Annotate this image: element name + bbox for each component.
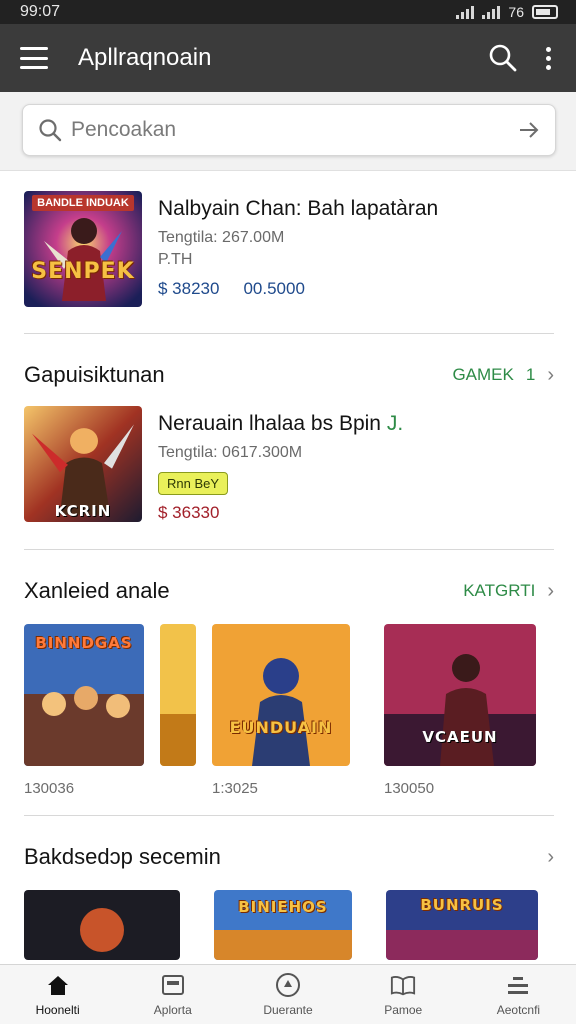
- app-tile[interactable]: VCAEUN 130050: [384, 624, 536, 797]
- section-title: Gapuisiktunan: [24, 362, 165, 387]
- app-tile-thumbnail: [24, 890, 180, 960]
- app-tile-logo: BINNDGAS: [35, 634, 133, 652]
- battery-text: 76: [508, 4, 524, 20]
- section-link-count: 1: [525, 365, 536, 384]
- nav-label: Duerante: [263, 1002, 313, 1017]
- arrow-right-icon[interactable]: [517, 118, 541, 142]
- nav-item-home[interactable]: Hoonelti: [0, 965, 115, 1024]
- apps-icon: [160, 973, 186, 997]
- search-icon[interactable]: [486, 41, 520, 75]
- search-bar[interactable]: [22, 104, 556, 156]
- compass-icon: [275, 972, 301, 997]
- divider: [24, 333, 554, 334]
- home-icon: [45, 973, 71, 997]
- nav-item-apps[interactable]: Aplorta: [115, 965, 230, 1024]
- featured-app-title: Nalbyain Chan: Bah lapatàran: [158, 197, 439, 220]
- app-thumbnail: KCRIN: [24, 406, 142, 522]
- featured-app-publisher: P.TH: [158, 251, 193, 268]
- nav-label: Hoonelti: [35, 1002, 80, 1017]
- nav-label: Aplorta: [153, 1002, 192, 1017]
- nav-item-books[interactable]: Pamoe: [346, 965, 461, 1024]
- app-tile-thumbnail: BINIEHOS: [214, 890, 352, 960]
- battery-icon: [532, 5, 558, 19]
- featured-app-price: $ 38230: [158, 279, 220, 298]
- app-tile[interactable]: BUNRUIS: [386, 890, 538, 960]
- app-tile-thumbnail: VCAEUN: [384, 624, 536, 766]
- nav-label: Aeotcnfi: [496, 1002, 541, 1017]
- app-tile-logo: BINIEHOS: [238, 898, 328, 916]
- app-tile[interactable]: BINIEHOS: [214, 890, 352, 960]
- account-icon: [505, 973, 531, 997]
- app-tile[interactable]: [160, 624, 196, 797]
- app-tile[interactable]: EUNDUAIN 1:3025: [212, 624, 350, 797]
- featured-thumb-logo: SENPEK: [31, 259, 135, 284]
- divider: [24, 815, 554, 816]
- app-tile-logo: BUNRUIS: [420, 896, 504, 914]
- app-title: Nerauain lhalaa bs Bpin J.: [158, 412, 404, 435]
- divider: [24, 549, 554, 550]
- bottom-navigation: Hoonelti Aplorta Duerante Pamoe Aeotcnfi: [0, 964, 576, 1024]
- app-tile-thumbnail: EUNDUAIN: [212, 624, 350, 766]
- app-tile-caption: 1:3025: [212, 780, 258, 797]
- app-title: Apllraqnoain: [78, 44, 212, 71]
- app-tile[interactable]: [24, 890, 180, 960]
- section-link-label: KATGRTI: [463, 581, 536, 600]
- app-size: Tengtila: 0617.300M: [158, 444, 303, 461]
- wifi-signal-icon: [456, 5, 475, 19]
- section-header: Bakdsedɔp secemin ›: [24, 844, 554, 870]
- search-input[interactable]: [71, 118, 517, 142]
- app-bar: Apllraqnoain: [0, 24, 576, 92]
- section-more-link[interactable]: ›: [547, 846, 554, 869]
- chevron-right-icon: ›: [547, 363, 554, 386]
- app-badge: Rnn BeY: [158, 472, 229, 495]
- status-bar: 99:07 76: [0, 0, 576, 24]
- horizontal-app-list[interactable]: BINNDGAS 130036 EUNDUAIN 1:3025 VCAEUN 1…: [24, 624, 554, 797]
- app-tile-thumbnail: [160, 624, 196, 766]
- section-title: Xanleied anale: [24, 578, 170, 603]
- section-header: Gapuisiktunan GAMEK 1 ›: [24, 362, 554, 388]
- app-thumb-logo: KCRIN: [54, 502, 112, 520]
- nav-item-explore[interactable]: Duerante: [230, 965, 345, 1024]
- search-area: [0, 92, 576, 171]
- section-header: Xanleied anale KATGRTI ›: [24, 578, 554, 604]
- app-tile[interactable]: BINNDGAS 130036: [24, 624, 144, 797]
- featured-app-size: Tengtila: 267.00M: [158, 229, 285, 246]
- menu-icon[interactable]: [20, 47, 48, 69]
- nav-item-account[interactable]: Aeotcnfi: [461, 965, 576, 1024]
- status-time: 99:07: [20, 3, 61, 20]
- more-options-icon[interactable]: [540, 41, 556, 75]
- featured-app-card[interactable]: BANDLE INDUAK SENPEK Nalbyain Chan: Bah …: [24, 171, 554, 307]
- app-tile-caption: 130050: [384, 780, 435, 797]
- app-price: $ 36330: [158, 503, 220, 522]
- horizontal-app-list[interactable]: BINIEHOS BUNRUIS: [24, 890, 554, 960]
- app-tile-caption: 130036: [24, 780, 75, 797]
- featured-app-thumbnail: BANDLE INDUAK SENPEK: [24, 191, 142, 307]
- app-tile-logo: VCAEUN: [422, 728, 498, 746]
- featured-thumb-banner: BANDLE INDUAK: [32, 195, 134, 211]
- chevron-right-icon: ›: [547, 845, 554, 868]
- app-tile-thumbnail: BUNRUIS: [386, 890, 538, 960]
- featured-app-price-secondary: 00.5000: [243, 279, 305, 298]
- section-more-link[interactable]: GAMEK 1 ›: [452, 364, 554, 387]
- app-tile-thumbnail: BINNDGAS: [24, 624, 144, 766]
- section-link-label: GAMEK: [452, 365, 514, 384]
- section-title: Bakdsedɔp secemin: [24, 844, 221, 869]
- search-field-icon: [39, 119, 62, 142]
- nav-label: Pamoe: [384, 1002, 423, 1017]
- cell-signal-icon: [482, 5, 501, 19]
- app-card[interactable]: KCRIN Nerauain lhalaa bs Bpin J. Tengtil…: [24, 388, 554, 523]
- section-more-link[interactable]: KATGRTI ›: [463, 580, 554, 603]
- chevron-right-icon: ›: [547, 579, 554, 602]
- app-tile-logo: EUNDUAIN: [229, 718, 333, 737]
- book-icon: [390, 973, 416, 997]
